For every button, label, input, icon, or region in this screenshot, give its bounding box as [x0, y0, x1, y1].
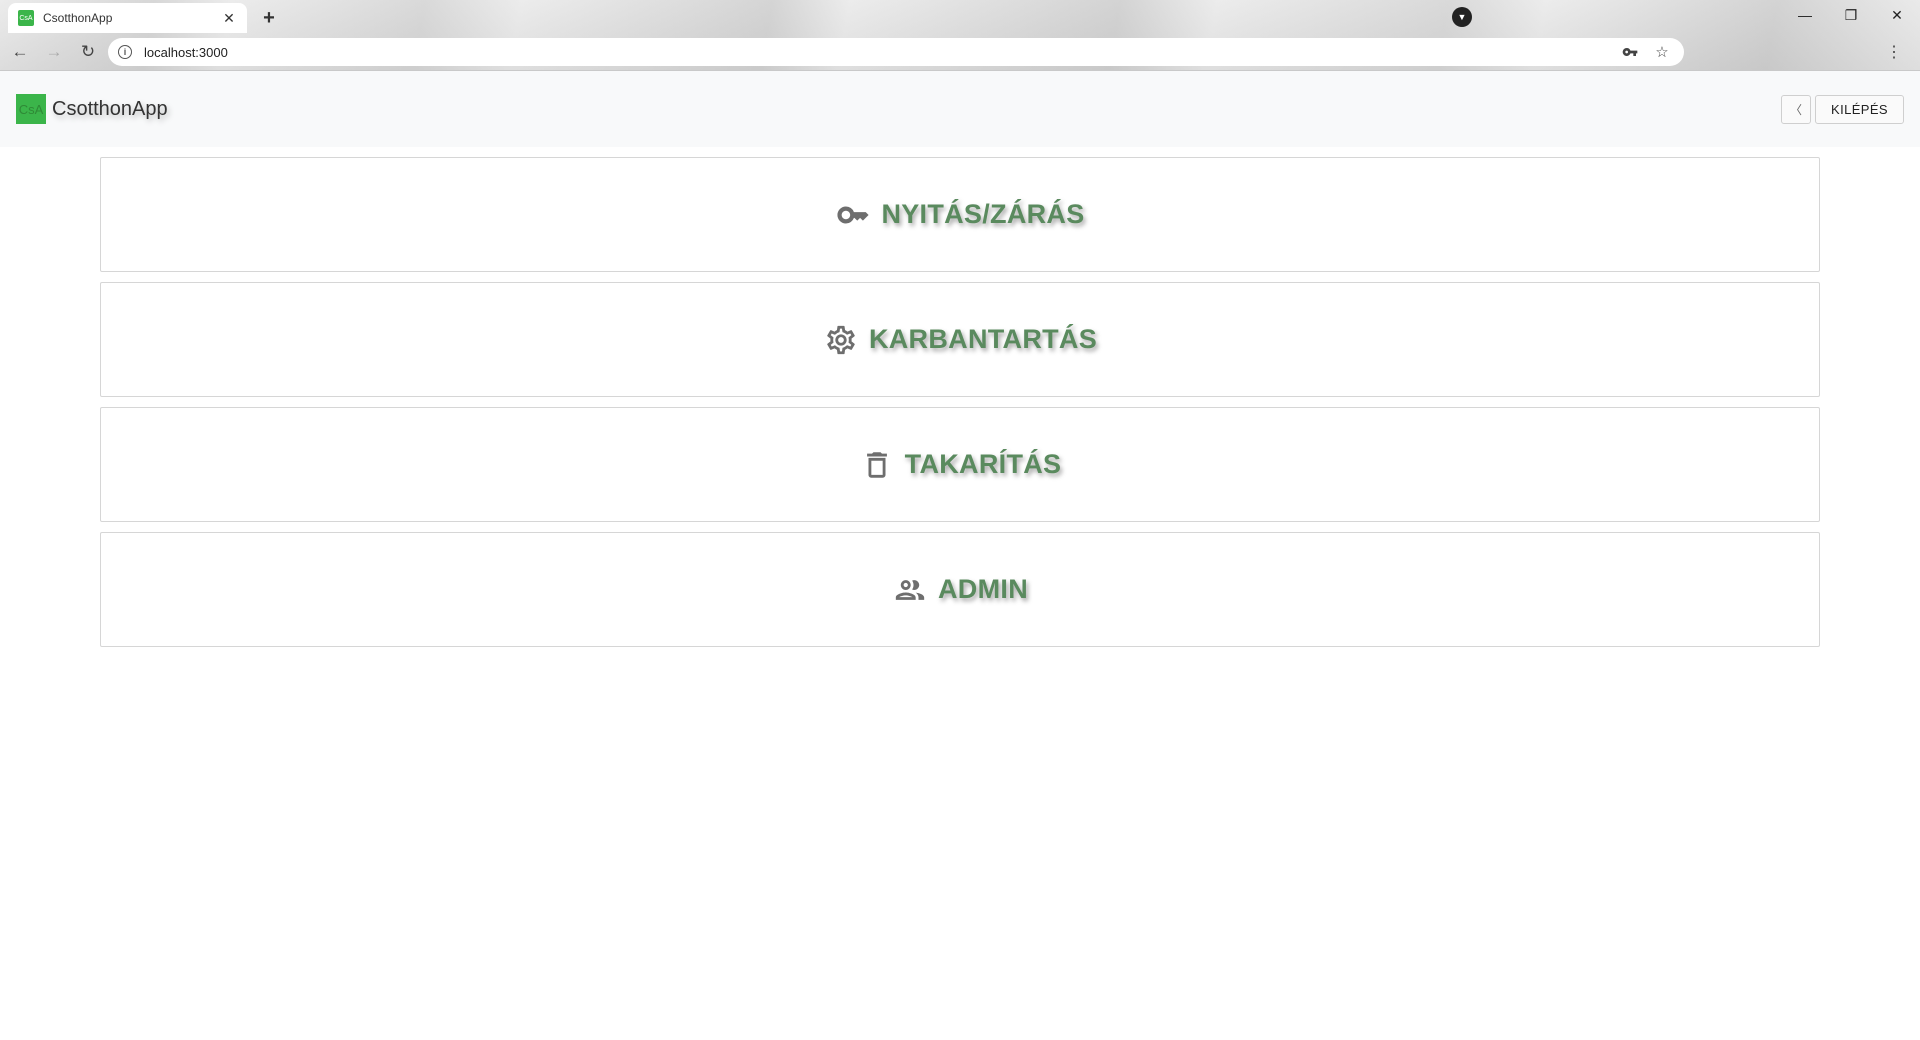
- window-controls: — ❐ ✕: [1782, 0, 1920, 30]
- browser-toolbar: ← → ↻ i localhost:3000 ☆ ⋮: [0, 34, 1920, 70]
- menu-card-label: NYITÁS/ZÁRÁS: [881, 199, 1085, 229]
- reload-icon[interactable]: ↻: [74, 38, 102, 66]
- address-bar[interactable]: i localhost:3000 ☆: [108, 38, 1684, 66]
- main-menu: NYITÁS/ZÁRÁS KARBANTARTÁS TAKARÍTÁS ADMI…: [100, 157, 1820, 657]
- collapse-button[interactable]: 〈: [1781, 95, 1811, 124]
- brand[interactable]: CsA CsotthonApp: [16, 94, 168, 124]
- new-tab-button[interactable]: +: [255, 6, 283, 30]
- app-header: CsA CsotthonApp 〈 KILÉPÉS: [0, 71, 1920, 147]
- browser-tab[interactable]: CsA CsotthonApp ✕: [8, 3, 247, 33]
- back-arrow-icon[interactable]: ←: [6, 38, 34, 66]
- users-icon: [892, 572, 928, 608]
- gear-icon: [823, 322, 859, 358]
- key-icon: [835, 197, 871, 233]
- bookmark-star-icon[interactable]: ☆: [1650, 40, 1674, 64]
- site-info-icon[interactable]: i: [118, 45, 132, 59]
- menu-card-label: KARBANTARTÁS: [868, 324, 1098, 354]
- menu-card-open-close[interactable]: NYITÁS/ZÁRÁS: [100, 157, 1820, 272]
- menu-card-cleaning[interactable]: TAKARÍTÁS: [100, 407, 1820, 522]
- menu-card-label: TAKARÍTÁS: [904, 449, 1062, 479]
- browser-menu-icon[interactable]: ⋮: [1882, 38, 1906, 66]
- menu-card-admin[interactable]: ADMIN: [100, 532, 1820, 647]
- header-actions: 〈 KILÉPÉS: [1781, 95, 1904, 124]
- close-window-button[interactable]: ✕: [1874, 0, 1920, 30]
- browser-chrome: CsA CsotthonApp ✕ + ▼ — ❐ ✕ ← → ↻ i loca…: [0, 0, 1920, 71]
- tab-close-icon[interactable]: ✕: [221, 10, 237, 26]
- url-text[interactable]: localhost:3000: [144, 45, 1610, 60]
- tab-favicon-icon: CsA: [18, 10, 34, 26]
- minimize-button[interactable]: —: [1782, 0, 1828, 30]
- trash-icon: [859, 447, 895, 483]
- brand-name: CsotthonApp: [52, 97, 168, 120]
- restore-button[interactable]: ❐: [1828, 0, 1874, 30]
- password-key-icon[interactable]: [1618, 40, 1642, 64]
- tab-title: CsotthonApp: [43, 11, 113, 25]
- logout-button[interactable]: KILÉPÉS: [1815, 95, 1904, 124]
- menu-card-label: ADMIN: [938, 574, 1028, 604]
- profile-icon[interactable]: ▼: [1452, 7, 1472, 27]
- menu-card-maintenance[interactable]: KARBANTARTÁS: [100, 282, 1820, 397]
- brand-logo: CsA: [16, 94, 46, 124]
- forward-arrow-icon[interactable]: →: [40, 38, 68, 66]
